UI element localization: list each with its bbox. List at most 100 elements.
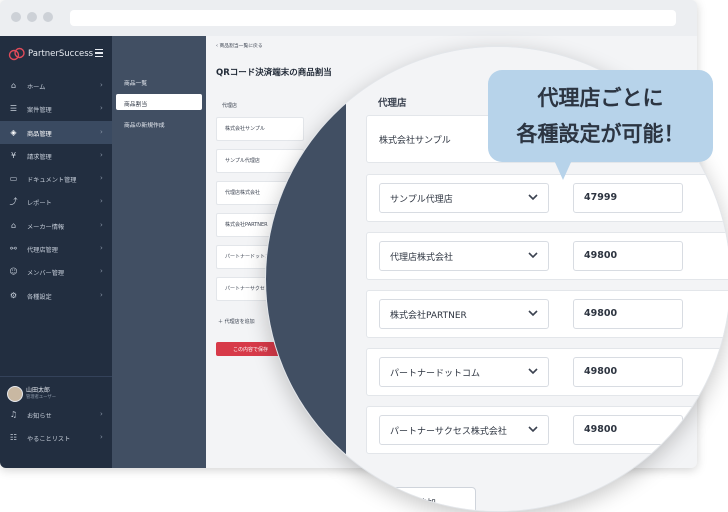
chevron-down-icon	[528, 426, 538, 433]
magnifier-subnav-area	[266, 47, 346, 511]
sidebar-item-products[interactable]: ◈ 商品管理 ›	[0, 120, 112, 144]
back-link[interactable]: ‹ 商品割当一覧に戻る	[216, 42, 263, 49]
price-value: 49800	[584, 308, 618, 319]
logo-icon	[8, 47, 25, 61]
agent-select[interactable]: 代理店株式会社	[379, 241, 549, 271]
sidebar-item-label: 商品管理	[27, 130, 52, 138]
price-value: 49800	[584, 366, 618, 377]
agent-select-value: パートナードットコム	[390, 369, 481, 379]
chart-icon: ⤴	[9, 197, 18, 207]
sidebar-item-todo[interactable]: ☷ やることリスト ›	[0, 426, 112, 449]
agent-select-value: サンプル代理店	[390, 195, 453, 205]
chevron-right-icon: ›	[100, 127, 103, 136]
sidebar-item-members[interactable]: ☺ メンバー管理 ›	[0, 260, 112, 283]
agent-select[interactable]: サンプル代理店	[379, 183, 549, 213]
callout-bubble: 代理店ごとに 各種設定が可能！	[488, 70, 713, 162]
chevron-right-icon: ›	[100, 174, 103, 183]
subnav-item-product-list[interactable]: 商品一覧	[116, 73, 202, 89]
chevron-right-icon: ›	[100, 150, 103, 159]
bell-icon: ♫	[9, 410, 18, 419]
chevron-right-icon: ›	[100, 290, 103, 299]
agent-select[interactable]: パートナーサクセス株式会社	[379, 415, 549, 445]
sidebar-item-label: 案件管理	[27, 107, 52, 115]
section-label: 代理店	[222, 103, 238, 109]
price-value: 47999	[584, 192, 618, 203]
sidebar-item-reports[interactable]: ⤴ レポート ›	[0, 190, 112, 213]
price-input[interactable]: 47999	[573, 183, 683, 213]
sidebar-nav: ⌂ ホーム › ☰ 案件管理 › ◈ 商品管理 › ¥ 請求管理 › ▭ ドキュ	[0, 74, 112, 307]
sidebar-item-label: やることリスト	[27, 436, 71, 444]
store-icon: ⌂	[10, 220, 17, 230]
window-dot-1	[11, 12, 21, 22]
sidebar-item-label: レポート	[27, 200, 52, 208]
sidebar-item-billing[interactable]: ¥ 請求管理 ›	[0, 144, 112, 167]
sidebar-item-notifications[interactable]: ♫ お知らせ ›	[0, 403, 112, 426]
price-input[interactable]: 49800	[573, 299, 683, 329]
user-profile[interactable]: 山田太郎 管理者ユーザー	[0, 376, 112, 405]
chevron-down-icon	[528, 252, 538, 259]
chevron-right-icon: ›	[100, 81, 103, 89]
sidebar-item-maker[interactable]: ⌂ メーカー情報 ›	[0, 214, 112, 237]
subnav-item-label: 商品割当	[124, 102, 148, 108]
magnified-section-label: 代理店	[378, 98, 407, 109]
app-logo[interactable]: PartnerSuccess	[8, 47, 108, 63]
window-dot-3	[43, 12, 53, 22]
hamburger-menu-icon[interactable]	[95, 49, 103, 58]
chevron-down-icon	[528, 310, 538, 317]
callout-line-1: 代理店ごとに	[537, 86, 664, 110]
sidebar-item-settings[interactable]: ⚙ 各種設定 ›	[0, 284, 112, 307]
chevron-right-icon: ›	[100, 197, 103, 206]
browser-chrome	[0, 0, 697, 36]
app-name: PartnerSuccess	[28, 49, 94, 59]
magnified-agent-row: パートナードットコム 49800	[366, 348, 728, 396]
price-input[interactable]: 49800	[573, 357, 683, 387]
agent-row-label: 代理店株式会社	[225, 190, 261, 196]
chevron-right-icon: ›	[100, 267, 103, 276]
price-input[interactable]: 49800	[573, 415, 683, 445]
yen-icon: ¥	[10, 150, 17, 160]
magnified-agent-row: サンプル代理店 47999	[366, 174, 728, 222]
chevron-down-icon	[528, 194, 538, 201]
agent-select[interactable]: 株式会社PARTNER	[379, 299, 549, 329]
box-icon: ◈	[10, 127, 17, 137]
chevron-right-icon: ›	[100, 104, 103, 113]
callout-line-2: 各種設定が可能！	[516, 122, 685, 146]
sidebar-item-label: 各種設定	[27, 293, 52, 301]
sidebar-bottom-nav: ♫ お知らせ › ☷ やることリスト ›	[0, 403, 112, 450]
sidebar-item-label: ドキュメント管理	[27, 177, 77, 185]
subnav-item-product-assignment[interactable]: 商品割当	[116, 94, 202, 110]
agent-select-value: パートナーサクセス株式会社	[390, 427, 507, 437]
handshake-icon: ⚯	[10, 244, 17, 254]
chevron-right-icon: ›	[100, 244, 103, 253]
agent-select[interactable]: パートナードットコム	[379, 357, 549, 387]
add-agent-button[interactable]: ＋ 代理店を追加	[218, 318, 255, 325]
agent-select-value: 株式会社PARTNER	[390, 311, 467, 321]
sidebar-item-label: 請求管理	[27, 153, 52, 161]
price-value: 49800	[584, 250, 618, 261]
add-agent-label: 代理店を追加	[224, 319, 255, 325]
subnav-item-new-product[interactable]: 商品の新規作成	[116, 115, 202, 131]
folder-icon: ▭	[9, 174, 18, 184]
address-bar[interactable]	[70, 10, 676, 26]
sidebar: PartnerSuccess ⌂ ホーム › ☰ 案件管理 › ◈ 商品管理 ›…	[0, 36, 112, 468]
sidebar-item-deals[interactable]: ☰ 案件管理 ›	[0, 97, 112, 120]
sidebar-item-label: お知らせ	[27, 413, 52, 420]
price-input[interactable]: 49800	[573, 241, 683, 271]
user-name: 山田太郎	[26, 387, 51, 394]
add-agent-button[interactable]: ＋ を追加	[378, 487, 476, 511]
agent-row-label: サンプル代理店	[225, 158, 260, 164]
agent-row-label: 株式会社PARTNER	[225, 222, 268, 228]
avatar	[7, 386, 23, 402]
magnified-agent-row: パートナーサクセス株式会社 49800	[366, 406, 728, 454]
agent-select-value: 代理店株式会社	[390, 253, 454, 263]
gear-icon: ⚙	[9, 290, 18, 300]
sub-navigation: 商品一覧 商品割当 商品の新規作成	[112, 36, 206, 468]
sidebar-item-home[interactable]: ⌂ ホーム ›	[0, 74, 112, 97]
checklist-icon: ☷	[9, 433, 18, 443]
price-value: 49800	[584, 424, 618, 435]
chevron-down-icon	[528, 368, 538, 375]
sidebar-item-documents[interactable]: ▭ ドキュメント管理 ›	[0, 167, 112, 190]
sidebar-item-label: メーカー情報	[27, 223, 65, 231]
sidebar-item-agents[interactable]: ⚯ 代理店管理 ›	[0, 237, 112, 260]
magnified-agent-row: 株式会社PARTNER 49800	[366, 290, 728, 338]
